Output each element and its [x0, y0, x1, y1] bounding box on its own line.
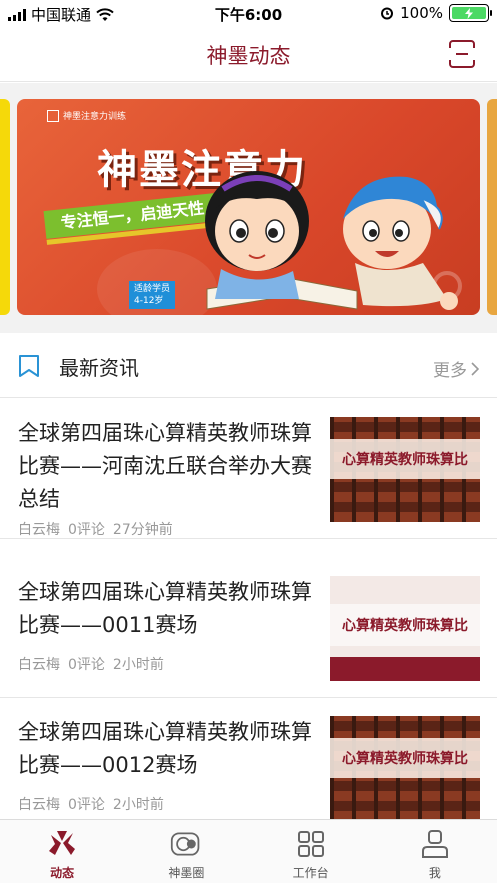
- section-title: 最新资讯: [59, 356, 139, 380]
- news-title: 全球第四届珠心算精英教师珠算比赛——0011赛场: [18, 580, 312, 637]
- tab-circle[interactable]: 神墨圈: [124, 820, 248, 883]
- tab-label: 动态: [50, 866, 75, 880]
- banner-carousel[interactable]: 神墨注意力训练 神墨注意力 专注恒一，启迪天性 适龄学员 4-12岁: [0, 83, 497, 333]
- dynamics-icon: [46, 828, 78, 860]
- nav-bar: 神墨动态: [0, 26, 497, 82]
- news-thumbnail: 心算精英教师珠算比: [330, 417, 480, 522]
- news-thumbnail: 心算精英教师珠算比: [330, 576, 480, 681]
- tab-label: 我: [428, 866, 441, 880]
- news-item[interactable]: 全球第四届珠心算精英教师珠算比赛——河南沈丘联合举办大赛总结 白云梅 0评论 2…: [0, 399, 497, 539]
- tab-dynamics[interactable]: 动态: [0, 820, 124, 883]
- age-range: 4-12岁: [134, 296, 164, 306]
- news-section-header: 最新资讯 更多: [0, 334, 497, 398]
- news-time: 2小时前: [112, 797, 164, 813]
- banner-slide[interactable]: 神墨注意力训练 神墨注意力 专注恒一，启迪天性 适龄学员 4-12岁: [17, 99, 480, 315]
- thumb-caption: 心算精英教师珠算比: [330, 439, 480, 479]
- banner-peek-next[interactable]: [487, 99, 497, 315]
- age-badge: 适龄学员 4-12岁: [129, 281, 176, 309]
- banner-peek-prev[interactable]: [0, 99, 10, 315]
- news-thumbnail: 心算精英教师珠算比: [330, 716, 480, 821]
- news-author: 白云梅: [18, 797, 60, 813]
- news-comments: 0评论: [68, 797, 105, 813]
- circle-icon: [170, 828, 202, 860]
- grid-icon: [295, 828, 327, 860]
- banner-logo: 神墨注意力训练: [47, 109, 126, 122]
- news-time: 2小时前: [112, 657, 164, 673]
- scan-button[interactable]: [448, 40, 476, 68]
- news-author: 白云梅: [18, 657, 60, 673]
- alarm-icon: [381, 7, 394, 20]
- more-link[interactable]: 更多: [433, 356, 479, 381]
- thumb-footer-band: [330, 657, 480, 681]
- page-title: 神墨动态: [206, 44, 291, 68]
- news-author: 白云梅: [18, 522, 60, 538]
- thumb-caption: 心算精英教师珠算比: [330, 738, 480, 778]
- battery-icon: [449, 4, 492, 22]
- tab-label: 工作台: [292, 866, 329, 880]
- minus-icon: [456, 53, 468, 55]
- more-label: 更多: [433, 361, 467, 381]
- logo-mark-icon: [47, 109, 59, 122]
- tab-label: 神墨圈: [168, 866, 205, 880]
- banner-logo-text: 神墨注意力训练: [63, 112, 127, 122]
- age-label: 适龄学员: [134, 284, 171, 294]
- cartoon-kids-illustration: [205, 171, 458, 310]
- news-time: 27分钟前: [112, 522, 173, 538]
- news-title: 全球第四届珠心算精英教师珠算比赛——河南沈丘联合举办大赛总结: [18, 421, 312, 511]
- news-item[interactable]: 全球第四届珠心算精英教师珠算比赛——0012赛场 白云梅 0评论 2小时前 心算…: [0, 698, 497, 838]
- news-item[interactable]: 全球第四届珠心算精英教师珠算比赛——0011赛场 白云梅 0评论 2小时前 心算…: [0, 558, 497, 698]
- tab-me[interactable]: 我: [373, 820, 497, 883]
- status-bar: 中国联通 下午6:00 100%: [0, 0, 497, 26]
- thumb-caption: 心算精英教师珠算比: [330, 604, 480, 646]
- tab-workbench[interactable]: 工作台: [249, 820, 373, 883]
- chevron-right-icon: [471, 361, 479, 376]
- news-comments: 0评论: [68, 657, 105, 673]
- news-comments: 0评论: [68, 522, 105, 538]
- user-icon: [419, 828, 451, 860]
- battery-percent: 100%: [400, 4, 443, 22]
- news-meta: 白云梅 0评论 2小时前: [18, 794, 164, 814]
- status-right: 100%: [380, 4, 492, 22]
- bookmark-icon: [19, 355, 39, 377]
- news-meta: 白云梅 0评论 2小时前: [18, 654, 164, 674]
- news-title: 全球第四届珠心算精英教师珠算比赛——0012赛场: [18, 720, 312, 777]
- tab-bar: 动态 神墨圈 工作台 我: [0, 819, 497, 883]
- news-meta: 白云梅 0评论 27分钟前: [18, 519, 173, 539]
